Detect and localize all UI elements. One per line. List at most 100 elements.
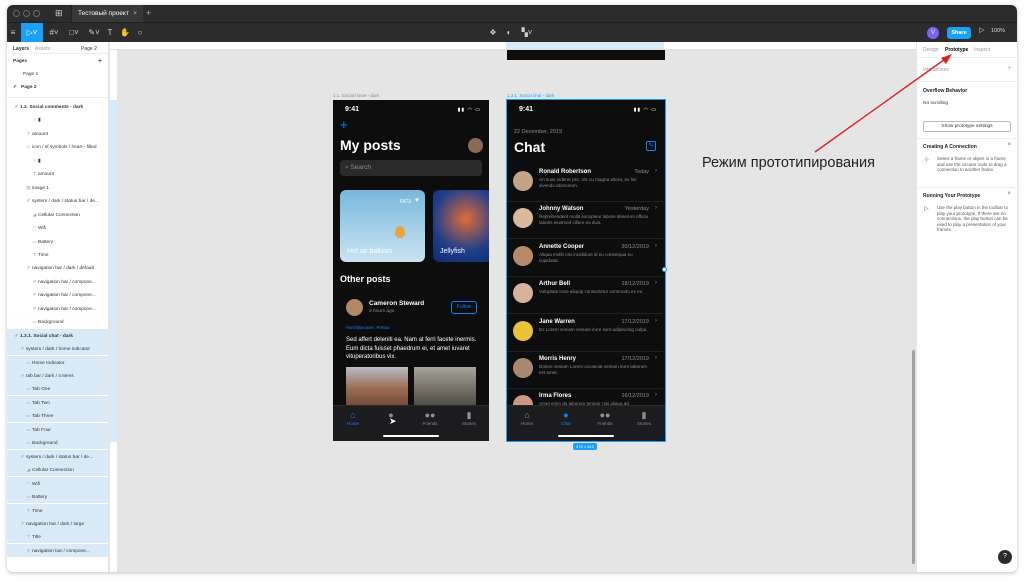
chat-row[interactable]: Arthur Bell 18/12/2019 › Voluptate irure al… [507, 277, 663, 315]
layer-row[interactable]: #1.3.1. Social chat - dark [7, 328, 108, 342]
chat-row[interactable]: Annette Cooper 20/12/2019 › Aliqua mollit n… [507, 240, 663, 277]
follow-button[interactable]: Follow [451, 301, 477, 314]
layer-row[interactable]: ▭Tab One [7, 382, 108, 396]
layer-row[interactable]: # navigation bar / dark / large [7, 516, 108, 530]
layer-row[interactable]: #1.2. Social comments - dark [7, 100, 108, 113]
chat-row[interactable]: Morris Henry 17/12/2019 › Dolore veniam Lor… [507, 352, 663, 389]
layer-row[interactable]: T Title [7, 530, 108, 544]
phone-frame-social-chat[interactable]: 9:41 ▮▮ ◠ ▭ 22 December, 2019 Chat ✎ Ron… [506, 99, 666, 442]
new-tab-icon[interactable]: + [146, 8, 151, 18]
share-button[interactable]: Share [947, 27, 971, 39]
frame-label[interactable]: 1.1. Social home - dark [333, 93, 379, 98]
component-icon[interactable]: ❖ [487, 23, 499, 43]
page-item-current[interactable]: ✓ Page 2 [7, 81, 108, 94]
close-icon[interactable]: × [1007, 142, 1011, 148]
tab-stories[interactable]: ▮ Stories [450, 410, 488, 426]
selection-handle[interactable] [662, 267, 667, 272]
layer-row[interactable]: ▭Background [7, 315, 108, 328]
phone-frame-social-home[interactable]: 9:41 ▮▮ ◠ ▭ + My posts ⌕ Search 6473 ♥ H… [333, 100, 489, 441]
figma-menu-icon[interactable]: ⊞ [55, 8, 63, 19]
chat-row[interactable]: Johnny Watson Yesterday › Reprehenderit mol… [507, 202, 663, 240]
frame-label-selected[interactable]: 1.3.1. Social chat - dark [507, 93, 554, 98]
heart-icon[interactable]: ♥ [415, 197, 419, 204]
layer-row[interactable]: # tab bar / dark / 4 items [7, 369, 108, 382]
tab-home[interactable]: ⌂ Home [334, 410, 372, 426]
layer-row[interactable]: ○ ▮ [7, 154, 108, 167]
layer-row[interactable]: # navigation bar / dark / default [7, 261, 108, 274]
close-window-icon[interactable] [13, 10, 20, 17]
shape-tool-icon[interactable]: □˅ [65, 23, 83, 43]
layer-row[interactable]: ▭Battery [7, 235, 108, 248]
avatar[interactable]: V [927, 27, 939, 39]
layer-row[interactable]: # system / dark / status bar / de... [7, 194, 108, 207]
boolean-icon[interactable]: ▚˅ [519, 23, 535, 43]
add-page-icon[interactable]: + [98, 55, 102, 68]
tab-home[interactable]: ⌂ Home [508, 410, 546, 426]
layer-row[interactable]: # navigation bar / compone... [7, 275, 108, 288]
layer-row[interactable]: # system / dark / status bar / de... [7, 449, 108, 463]
tab-assets[interactable]: Assets [35, 46, 50, 52]
tab-inspect[interactable]: Inspect [974, 47, 990, 53]
post-author[interactable]: Cameron Steward [369, 300, 424, 307]
search-input[interactable]: ⌕ Search [340, 160, 482, 176]
show-prototype-settings-button[interactable]: Show prototype settings [923, 121, 1011, 132]
layer-row[interactable]: ▭Tab Four [7, 422, 108, 436]
text-tool-icon[interactable]: T [105, 23, 115, 43]
tab-friends[interactable]: ●● Friends [586, 410, 624, 426]
close-tab-icon[interactable]: × [133, 10, 137, 17]
add-post-icon[interactable]: + [340, 117, 348, 132]
layer-row[interactable]: ▨image 1 [7, 181, 108, 194]
page-selector[interactable]: Page 2 [81, 46, 97, 52]
chat-row[interactable]: Jane Warren 17/12/2019 › Ex Lorem veniam ve… [507, 315, 663, 352]
layer-row[interactable]: Tamount [7, 167, 108, 180]
add-interaction-icon[interactable]: + [1007, 66, 1011, 72]
pen-tool-icon[interactable]: ✎˅ [85, 23, 103, 43]
mask-icon[interactable]: ◐ [503, 23, 515, 43]
post-tags[interactable]: #architecture, #relax [346, 326, 389, 331]
layer-row[interactable]: ▭Tab Two [7, 395, 108, 409]
layer-row[interactable]: ◢ Cellular Connection [7, 463, 108, 477]
compose-icon[interactable]: ✎ [646, 141, 656, 151]
maximize-window-icon[interactable] [33, 10, 40, 17]
minimize-window-icon[interactable] [23, 10, 30, 17]
layer-row[interactable]: Tamount [7, 127, 108, 140]
tab-design[interactable]: Design [923, 47, 939, 53]
chat-row[interactable]: Ronald Robertson Today › An suas viderer pr… [507, 165, 663, 202]
move-tool-icon[interactable]: ▷˅ [21, 23, 43, 43]
layer-row[interactable]: T Time [7, 248, 108, 261]
layer-row[interactable]: ▭Home Indicator [7, 355, 108, 369]
layer-row[interactable]: ▭Background [7, 436, 108, 450]
card-jellyfish[interactable]: Jellyfish [433, 190, 489, 262]
layer-row[interactable]: T Time [7, 503, 108, 517]
file-tab[interactable]: Тестовый проект × [71, 5, 143, 22]
layer-row[interactable]: ◇ icon / sf symbols / heart - filled [7, 140, 108, 153]
card-hot-air-balloon[interactable]: 6473 ♥ Hot air balloon [340, 190, 425, 262]
layer-row[interactable]: ◢ Cellular Connection [7, 208, 108, 221]
frame-tool-icon[interactable]: #˅ [45, 23, 63, 43]
comment-tool-icon[interactable]: ○ [133, 23, 147, 43]
layer-row[interactable]: # system / dark / home indicator [7, 342, 108, 356]
layer-row[interactable]: # navigation bar / compone... [7, 302, 108, 315]
layer-row[interactable]: ▭Battery [7, 490, 108, 504]
zoom-level[interactable]: 100% [991, 28, 1005, 34]
layer-row[interactable]: # navigation bar / compone... [7, 288, 108, 301]
canvas-scrollbar[interactable] [912, 350, 915, 564]
layer-row[interactable]: # navigation bar / compone... [7, 543, 108, 557]
canvas[interactable]: 1.1. Social home - dark 1.3.1. Social ch… [118, 50, 916, 572]
tab-layers[interactable]: Layers [13, 46, 29, 52]
layer-row[interactable]: ◠ Wifi [7, 221, 108, 234]
avatar[interactable] [468, 138, 483, 153]
help-button[interactable]: ? [998, 550, 1012, 564]
tab-friends[interactable]: ●● Friends [411, 410, 449, 426]
main-menu-icon[interactable]: ≡ [7, 23, 19, 43]
close-icon[interactable]: × [1007, 191, 1011, 197]
hand-tool-icon[interactable]: ✋ [119, 23, 131, 43]
play-icon[interactable]: ▷ [979, 26, 984, 34]
layer-row[interactable]: ○ ▮ [7, 113, 108, 126]
tab-prototype[interactable]: Prototype [945, 47, 968, 53]
tab-chat[interactable]: ● Chat [547, 410, 585, 426]
page-item[interactable]: Page 1 [7, 68, 108, 81]
layer-row[interactable]: ◠ Wifi [7, 476, 108, 490]
tab-stories[interactable]: ▮ Stories [625, 410, 663, 426]
overflow-select[interactable]: No scrolling [923, 101, 948, 106]
